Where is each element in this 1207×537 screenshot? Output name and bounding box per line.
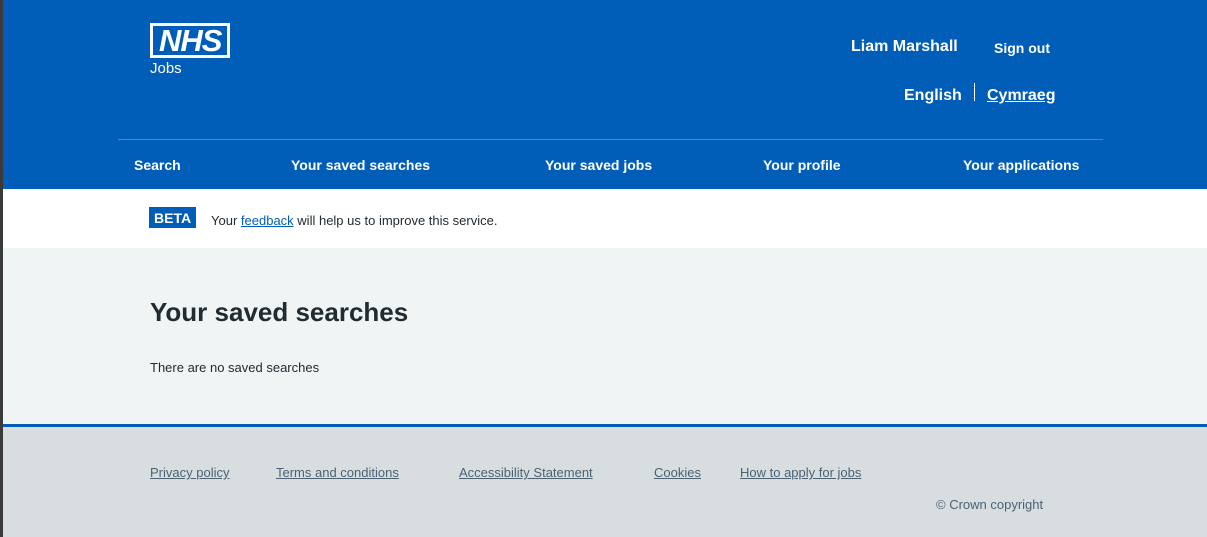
footer-terms-link[interactable]: Terms and conditions [276,465,399,480]
nav-saved-searches[interactable]: Your saved searches [291,157,430,173]
copyright-notice: © Crown copyright [936,497,1044,512]
feedback-link[interactable]: feedback [241,213,294,228]
beta-tag: BETA [149,207,197,228]
nhs-jobs-logo[interactable]: NHS Jobs [150,23,231,77]
page-title: Your saved searches [150,297,409,327]
nav-applications[interactable]: Your applications [963,157,1079,173]
footer-privacy-link[interactable]: Privacy policy [150,465,229,480]
site-footer: Privacy policy Terms and conditions Acce… [0,424,1207,537]
sign-out-link[interactable]: Sign out [994,40,1050,56]
nav-saved-jobs[interactable]: Your saved jobs [545,157,652,173]
beta-prefix: Your [211,213,238,228]
footer-accessibility-link[interactable]: Accessibility Statement [459,465,593,480]
nav-search[interactable]: Search [134,157,181,173]
language-english: English [904,87,962,104]
empty-state-message: There are no saved searches [150,360,320,375]
footer-cookies-link[interactable]: Cookies [654,465,701,480]
user-name: Liam Marshall [851,38,958,55]
beta-suffix: will help us to improve this service. [297,213,498,228]
window-edge [0,0,3,537]
logo-subtitle: Jobs [150,60,182,77]
nav-profile[interactable]: Your profile [763,157,841,173]
nav-divider [118,139,1103,140]
site-header: NHS Jobs Liam Marshall Sign out English … [0,0,1207,189]
language-welsh-link[interactable]: Cymraeg [987,87,1055,105]
footer-how-to-apply-link[interactable]: How to apply for jobs [740,465,861,480]
beta-message: Your feedback will help us to improve th… [211,213,497,228]
language-divider [974,83,975,101]
nhs-logo-mark: NHS [150,23,231,58]
